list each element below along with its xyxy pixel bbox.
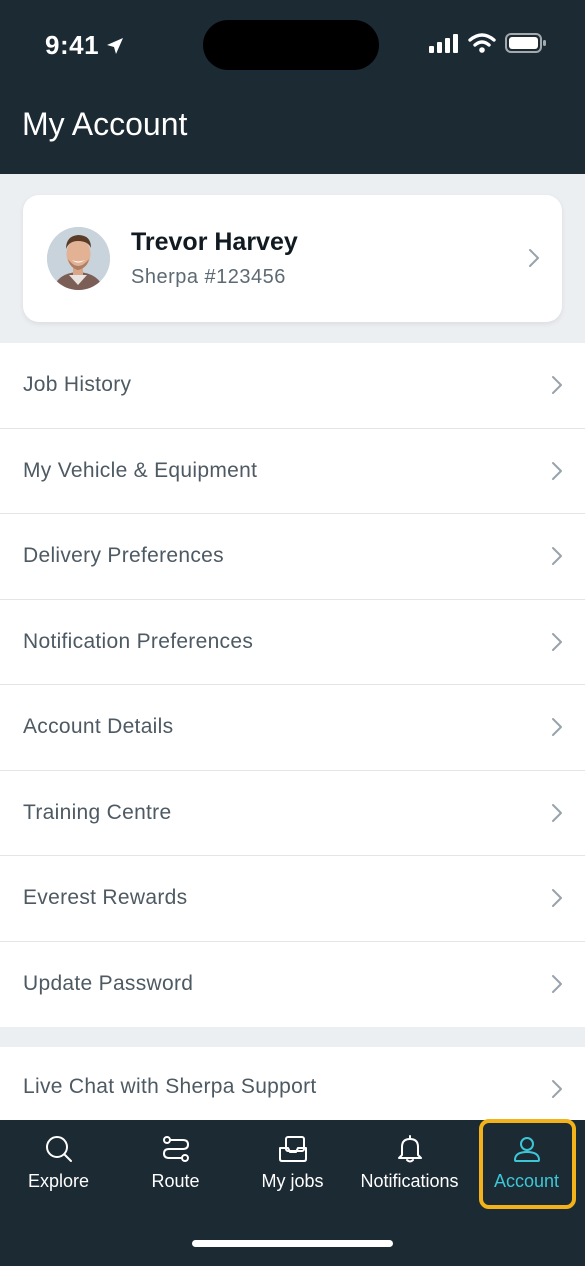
avatar <box>47 227 110 290</box>
battery-icon <box>505 33 546 53</box>
route-icon <box>162 1136 189 1162</box>
menu-item-notification-preferences[interactable]: Notification Preferences <box>0 600 585 685</box>
tab-highlight-outline <box>479 1119 576 1209</box>
menu-item-label: Account Details <box>23 715 174 739</box>
bell-icon <box>397 1135 422 1163</box>
page-title: My Account <box>22 106 188 142</box>
home-indicator[interactable] <box>192 1240 393 1247</box>
chevron-right-icon <box>552 461 562 480</box>
chevron-right-icon <box>552 376 562 395</box>
menu-item-everest-rewards[interactable]: Everest Rewards <box>0 856 585 942</box>
tab-route[interactable]: Route <box>117 1120 234 1210</box>
search-icon <box>45 1136 72 1162</box>
chevron-right-icon <box>552 547 562 566</box>
menu-item-label: Notification Preferences <box>23 629 254 653</box>
status-icons <box>429 33 547 53</box>
profile-card[interactable]: Trevor Harvey Sherpa #123456 <box>23 195 562 322</box>
menu-item-delivery-preferences[interactable]: Delivery Preferences <box>0 514 585 600</box>
menu-item-account-details[interactable]: Account Details <box>0 685 585 771</box>
chevron-right-icon <box>529 249 539 267</box>
menu-item-label: Live Chat with Sherpa Support <box>23 1075 317 1098</box>
tab-label: My jobs <box>261 1171 324 1191</box>
chevron-right-icon <box>552 1080 562 1098</box>
menu-item-label: Training Centre <box>23 800 172 824</box>
tab-explore[interactable]: Explore <box>0 1120 117 1210</box>
status-bar: 9:41 <box>0 0 585 90</box>
account-menu: Job History My Vehicle & Equipment Deliv… <box>0 343 585 1027</box>
jobs-icon <box>278 1136 307 1162</box>
chevron-right-icon <box>552 975 562 994</box>
menu-item-label: Everest Rewards <box>23 886 188 910</box>
app-header: 9:41 My Account <box>0 0 585 174</box>
tab-label: Notifications <box>360 1171 459 1191</box>
menu-item-label: My Vehicle & Equipment <box>23 458 258 482</box>
menu-item-update-password[interactable]: Update Password <box>0 942 585 1028</box>
menu-item-vehicle-equipment[interactable]: My Vehicle & Equipment <box>0 429 585 514</box>
tab-label: Explore <box>27 1171 90 1191</box>
status-time: 9:41 <box>45 30 125 61</box>
sherpa-id: Sherpa #123456 <box>131 266 286 288</box>
signal-icon <box>429 34 458 53</box>
chevron-right-icon <box>552 803 562 822</box>
wifi-icon <box>468 33 496 53</box>
profile-name: Trevor Harvey <box>131 228 298 256</box>
menu-item-label: Job History <box>23 373 132 397</box>
menu-item-label: Delivery Preferences <box>23 544 224 568</box>
avatar-image <box>47 227 110 290</box>
tab-notifications[interactable]: Notifications <box>351 1120 468 1210</box>
menu-item-job-history[interactable]: Job History <box>0 343 585 429</box>
location-arrow-icon <box>107 37 124 54</box>
chevron-right-icon <box>552 632 562 651</box>
dynamic-island <box>203 20 379 70</box>
chevron-right-icon <box>552 889 562 908</box>
clock-text: 9:41 <box>45 30 100 60</box>
menu-item-label: Update Password <box>23 972 194 996</box>
tab-label: Route <box>151 1171 200 1191</box>
menu-item-training-centre[interactable]: Training Centre <box>0 771 585 856</box>
chevron-right-icon <box>552 718 562 737</box>
tab-my-jobs[interactable]: My jobs <box>234 1120 351 1210</box>
menu-item-live-chat-support[interactable]: Live Chat with Sherpa Support <box>0 1047 585 1120</box>
